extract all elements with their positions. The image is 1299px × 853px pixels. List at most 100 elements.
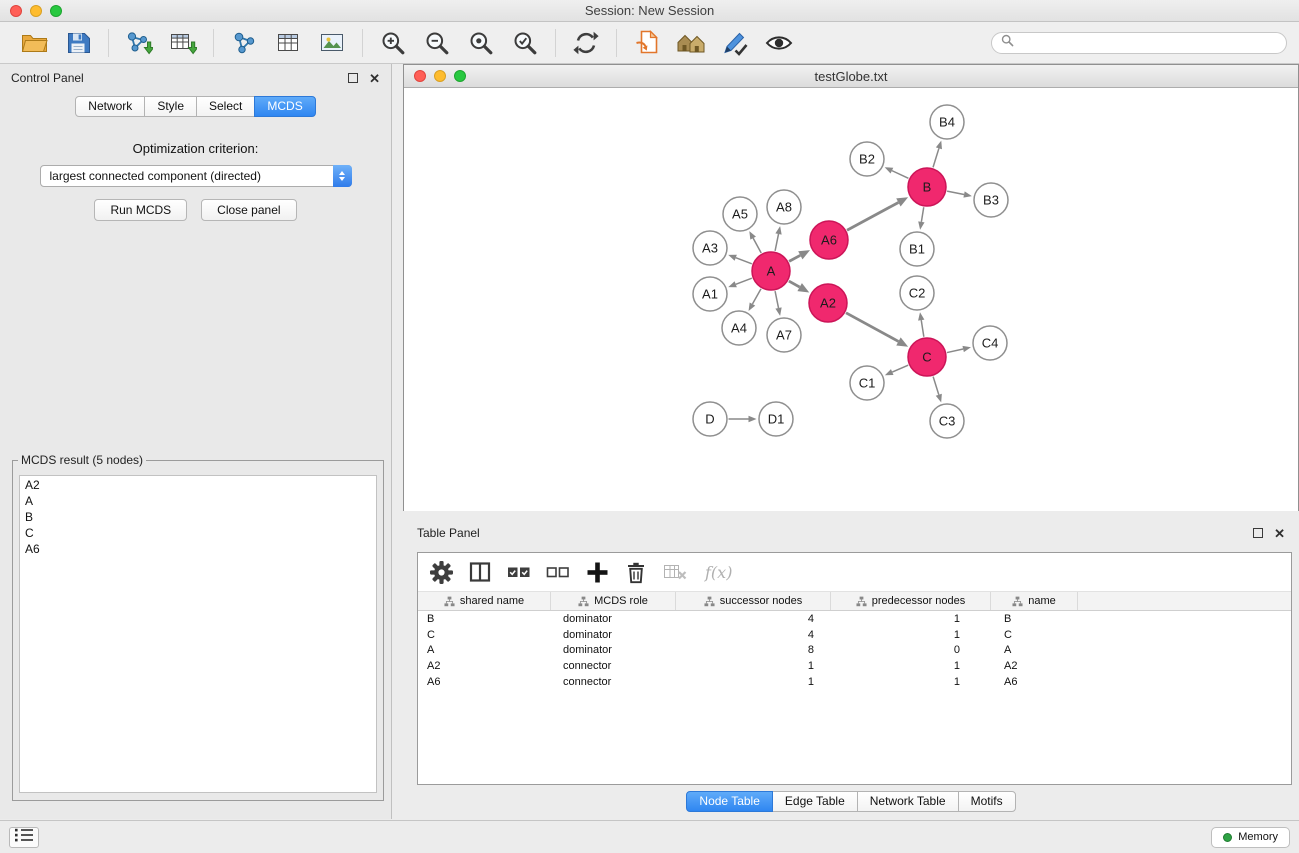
network-minimize-button[interactable] <box>434 70 446 82</box>
graph-node-A6[interactable]: A6 <box>810 221 848 259</box>
new-table-icon[interactable] <box>266 25 310 61</box>
table-row[interactable]: Bdominator41B <box>418 611 1291 627</box>
graph-node-B3[interactable]: B3 <box>974 183 1008 217</box>
annotation-check-icon[interactable] <box>713 25 757 61</box>
tab-network-table[interactable]: Network Table <box>857 791 959 812</box>
export-document-icon[interactable] <box>625 25 669 61</box>
float-panel-icon[interactable] <box>348 73 358 83</box>
column-header-successor-nodes[interactable]: successor nodes <box>676 592 831 610</box>
graph-node-B1[interactable]: B1 <box>900 232 934 266</box>
cell[interactable]: 1 <box>676 660 831 672</box>
graph-node-A3[interactable]: A3 <box>693 231 727 265</box>
graph-node-B4[interactable]: B4 <box>930 105 964 139</box>
fullscreen-window-button[interactable] <box>50 5 62 17</box>
cell[interactable]: C <box>991 629 1078 641</box>
graph-node-C3[interactable]: C3 <box>930 404 964 438</box>
cell[interactable]: 1 <box>831 660 991 672</box>
graph-node-D[interactable]: D <box>693 402 727 436</box>
function-builder-icon[interactable]: f(x) <box>705 563 732 582</box>
mcds-result-item[interactable]: A2 <box>25 477 371 493</box>
table-row[interactable]: A2connector11A2 <box>418 658 1291 674</box>
cell[interactable]: dominator <box>551 629 676 641</box>
add-row-icon[interactable] <box>584 559 610 585</box>
graph-edge-A-A5[interactable] <box>749 231 761 253</box>
column-header-predecessor-nodes[interactable]: predecessor nodes <box>831 592 991 610</box>
search-box[interactable] <box>991 32 1287 54</box>
delete-row-icon[interactable] <box>623 559 649 585</box>
graph-edge-A2-C[interactable] <box>846 313 908 347</box>
cell[interactable]: 1 <box>831 676 991 688</box>
graph-node-A5[interactable]: A5 <box>723 197 757 231</box>
graph-node-C1[interactable]: C1 <box>850 366 884 400</box>
graph-node-A4[interactable]: A4 <box>722 311 756 345</box>
columns-icon[interactable] <box>467 559 493 585</box>
memory-button[interactable]: Memory <box>1211 827 1290 848</box>
mcds-result-item[interactable]: A6 <box>25 541 371 557</box>
mcds-result-item[interactable]: B <box>25 509 371 525</box>
new-network-icon[interactable] <box>222 25 266 61</box>
cell[interactable]: A <box>418 644 551 656</box>
export-image-icon[interactable] <box>310 25 354 61</box>
cell[interactable]: A6 <box>418 676 551 688</box>
graph-node-B[interactable]: B <box>908 168 946 206</box>
zoom-out-icon[interactable] <box>415 25 459 61</box>
table-row[interactable]: A6connector11A6 <box>418 674 1291 690</box>
close-window-button[interactable] <box>10 5 22 17</box>
save-session-icon[interactable] <box>56 25 100 61</box>
run-mcds-button[interactable]: Run MCDS <box>94 199 187 221</box>
graph-edge-C-C2[interactable] <box>918 312 924 336</box>
graph-edge-D-D1[interactable] <box>729 416 757 422</box>
network-close-button[interactable] <box>414 70 426 82</box>
mcds-result-item[interactable]: C <box>25 525 371 541</box>
close-panel-icon[interactable]: ✕ <box>369 72 380 85</box>
column-header-shared-name[interactable]: shared name <box>418 592 551 610</box>
close-panel-button[interactable]: Close panel <box>201 199 296 221</box>
import-table-icon[interactable] <box>161 25 205 61</box>
tab-edge-table[interactable]: Edge Table <box>772 791 858 812</box>
cell[interactable]: A <box>991 644 1078 656</box>
cell[interactable]: A6 <box>991 676 1078 688</box>
cell[interactable]: connector <box>551 676 676 688</box>
mcds-result-item[interactable]: A <box>25 493 371 509</box>
graph-node-C4[interactable]: C4 <box>973 326 1007 360</box>
deselect-all-icon[interactable] <box>545 559 571 585</box>
open-session-icon[interactable] <box>12 25 56 61</box>
cell[interactable]: 0 <box>831 644 991 656</box>
graph-edge-B-B3[interactable] <box>947 191 972 198</box>
network-window-titlebar[interactable]: testGlobe.txt <box>404 65 1298 88</box>
table-row[interactable]: Cdominator41C <box>418 627 1291 643</box>
graph-edge-B-B1[interactable] <box>918 207 924 230</box>
cell[interactable]: A2 <box>418 660 551 672</box>
column-header-MCDS-role[interactable]: MCDS role <box>551 592 676 610</box>
graph-edge-A-A6[interactable] <box>789 250 810 261</box>
graph-edge-A-A3[interactable] <box>728 255 752 264</box>
criterion-dropdown[interactable]: largest connected component (directed) <box>40 165 352 187</box>
cell[interactable]: 1 <box>831 613 991 625</box>
graph-edge-C-C4[interactable] <box>947 346 971 353</box>
cell[interactable]: 4 <box>676 613 831 625</box>
task-history-button[interactable] <box>9 827 39 848</box>
graph-edge-A6-B[interactable] <box>847 197 908 230</box>
cell[interactable]: connector <box>551 660 676 672</box>
zoom-fit-icon[interactable] <box>459 25 503 61</box>
graph-edge-B-B4[interactable] <box>933 141 942 168</box>
cell[interactable]: B <box>418 613 551 625</box>
cell[interactable]: dominator <box>551 613 676 625</box>
cell[interactable]: C <box>418 629 551 641</box>
graph-edge-A-A8[interactable] <box>775 226 782 251</box>
graph-node-B2[interactable]: B2 <box>850 142 884 176</box>
cell[interactable]: 1 <box>676 676 831 688</box>
network-graph[interactable]: B4B2BB3A5A8A6B1A3AC2A1A2A4A7C4CC1C3DD1 <box>404 88 1298 511</box>
table-row[interactable]: Adominator80A <box>418 642 1291 658</box>
mcds-result-list[interactable]: A2ABCA6 <box>19 475 377 793</box>
gear-icon[interactable] <box>428 559 454 585</box>
column-header-name[interactable]: name <box>991 592 1078 610</box>
delete-table-icon[interactable] <box>662 559 688 585</box>
select-all-icon[interactable] <box>506 559 532 585</box>
tab-node-table[interactable]: Node Table <box>686 791 773 812</box>
tab-motifs[interactable]: Motifs <box>958 791 1016 812</box>
minimize-window-button[interactable] <box>30 5 42 17</box>
graph-node-A7[interactable]: A7 <box>767 318 801 352</box>
table-float-panel-icon[interactable] <box>1253 528 1263 538</box>
graph-edge-C-C1[interactable] <box>885 365 908 375</box>
